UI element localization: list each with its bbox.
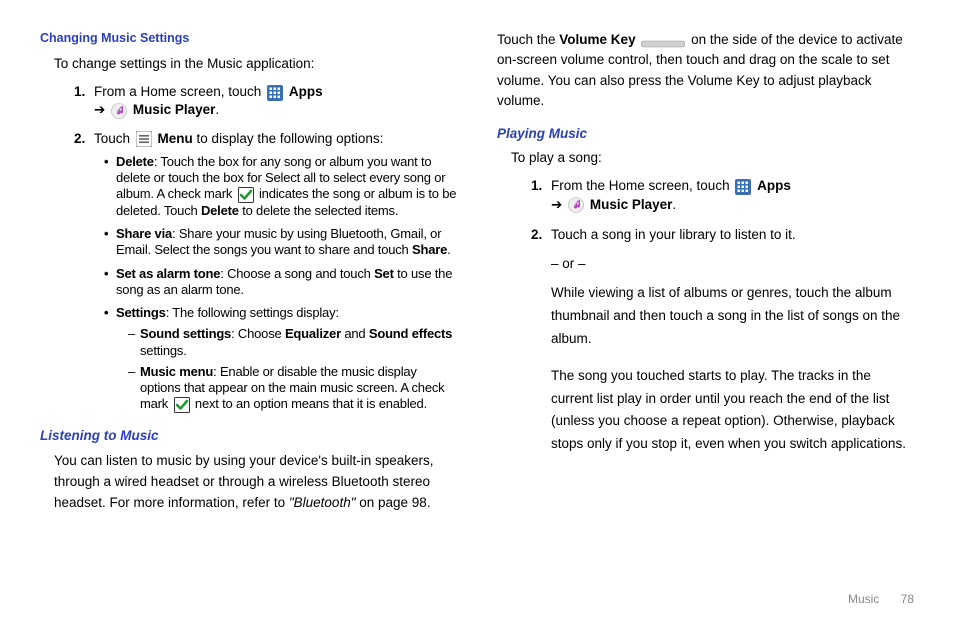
apps-icon	[735, 179, 751, 195]
step-text: From a Home screen, touch	[94, 84, 265, 99]
heading-playing-music: Playing Music	[497, 125, 914, 143]
heading-changing-music-settings: Changing Music Settings	[40, 30, 457, 47]
volume-key-icon	[641, 35, 685, 45]
step-text: Touch	[94, 131, 134, 146]
bullet-share: Share via: Share your music by using Blu…	[104, 226, 457, 259]
arrow-icon: ➔	[94, 101, 105, 119]
bullet-settings: Settings: The following settings display…	[104, 305, 457, 413]
checkmark-icon	[238, 187, 254, 203]
music-player-label: Music Player	[590, 197, 673, 212]
step-2: 2. Touch Menu to display the following o…	[74, 130, 457, 413]
arrow-icon: ➔	[551, 196, 562, 214]
listening-paragraph: You can listen to music by using your de…	[54, 451, 457, 514]
volume-paragraph: Touch the Volume Key on the side of the …	[497, 30, 914, 111]
intro-text: To play a song:	[511, 149, 914, 167]
step-2: 2. Touch a song in your library to liste…	[531, 224, 914, 456]
step-1: 1. From a Home screen, touch Apps ➔ Musi…	[74, 83, 457, 119]
footer-section: Music	[848, 592, 879, 606]
dash-music-menu: Music menu: Enable or disable the music …	[128, 364, 457, 413]
step-text-c: The song you touched starts to play. The…	[551, 365, 914, 457]
apps-label: Apps	[757, 178, 791, 193]
music-player-label: Music Player	[133, 102, 216, 117]
step-text-a: Touch a song in your library to listen t…	[551, 224, 914, 247]
heading-listening-to-music: Listening to Music	[40, 427, 457, 445]
apps-label: Apps	[289, 84, 323, 99]
page-footer: Music 78	[848, 592, 914, 606]
intro-text: To change settings in the Music applicat…	[54, 55, 457, 73]
music-player-icon	[111, 103, 127, 119]
bullet-delete: Delete: Touch the box for any song or al…	[104, 154, 457, 219]
music-player-icon	[568, 197, 584, 213]
checkmark-icon	[174, 397, 190, 413]
dash-sound-settings: Sound settings: Choose Equalizer and Sou…	[128, 326, 457, 359]
right-column: Touch the Volume Key on the side of the …	[497, 30, 914, 580]
apps-icon	[267, 85, 283, 101]
step-text: From the Home screen, touch	[551, 178, 733, 193]
page-number: 78	[901, 592, 914, 606]
menu-icon	[136, 131, 152, 147]
menu-label: Menu	[158, 131, 193, 146]
left-column: Changing Music Settings To change settin…	[40, 30, 457, 580]
step-1: 1. From the Home screen, touch Apps ➔ Mu…	[531, 177, 914, 213]
step-text-b: While viewing a list of albums or genres…	[551, 282, 914, 351]
or-divider: – or –	[551, 253, 914, 276]
bullet-alarm: Set as alarm tone: Choose a song and tou…	[104, 266, 457, 299]
